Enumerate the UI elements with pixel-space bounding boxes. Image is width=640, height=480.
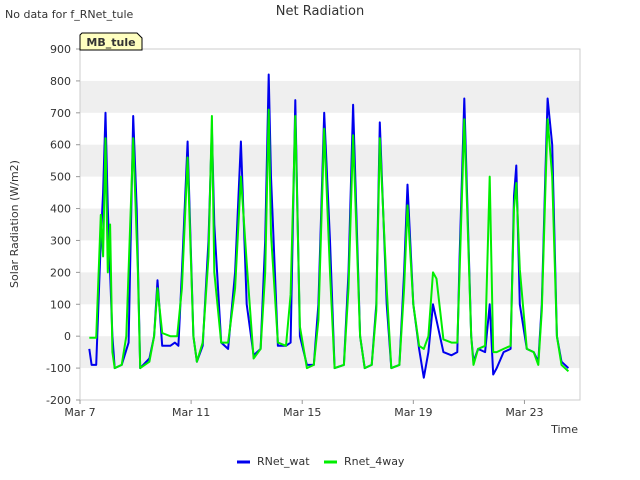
y-tick-label: 600 — [50, 139, 71, 152]
net-radiation-chart: -200-1000100200300400500600700800900 Mar… — [5, 4, 581, 468]
y-axis-ticks: -200-1000100200300400500600700800900 — [46, 43, 80, 407]
y-tick-label: 100 — [50, 298, 71, 311]
legend-item-rnet-wat: RNet_wat — [237, 455, 310, 468]
x-tick-label: Mar 7 — [64, 406, 95, 419]
site-badge-label: MB_tule — [86, 36, 135, 49]
y-axis-label: Solar Radiation (W/m2) — [8, 160, 21, 288]
y-tick-label: 200 — [50, 266, 71, 279]
y-tick-label: 800 — [50, 75, 71, 88]
legend-label-rnet-4way: Rnet_4way — [344, 455, 405, 468]
x-axis-ticks: Mar 7 Mar 11 Mar 15 Mar 19 Mar 23 — [64, 400, 544, 419]
x-axis-label: Time — [550, 423, 578, 436]
grid-band — [80, 80, 580, 113]
y-tick-label: 400 — [50, 203, 71, 216]
site-badge: MB_tule — [79, 32, 143, 51]
y-tick-label: 300 — [50, 234, 71, 247]
x-tick-label: Mar 11 — [172, 406, 210, 419]
chart-title: Net Radiation — [276, 4, 364, 19]
y-tick-label: 500 — [50, 171, 71, 184]
legend-item-rnet-4way: Rnet_4way — [324, 455, 405, 468]
y-tick-label: -100 — [46, 362, 71, 375]
legend-label-rnet-wat: RNet_wat — [257, 455, 310, 468]
grid-band — [80, 144, 580, 177]
y-tick-label: 700 — [50, 107, 71, 120]
y-tick-label: 0 — [64, 330, 71, 343]
no-data-note: No data for f_RNet_tule — [5, 8, 134, 21]
x-tick-label: Mar 23 — [505, 406, 543, 419]
y-tick-label: 900 — [50, 43, 71, 56]
x-tick-label: Mar 15 — [283, 406, 321, 419]
legend: RNet_wat Rnet_4way — [237, 455, 405, 468]
x-tick-label: Mar 19 — [394, 406, 432, 419]
